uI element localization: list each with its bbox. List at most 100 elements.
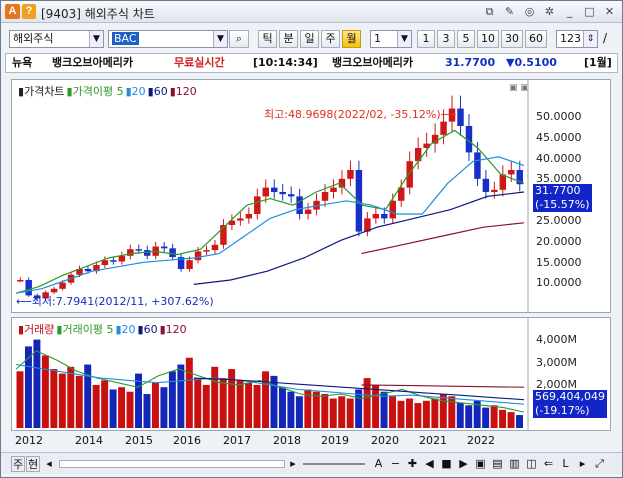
price-y-tick: 40.0000 xyxy=(536,151,582,165)
market-select[interactable]: 해외주식 ▼ xyxy=(9,30,104,48)
volume-chart-svg xyxy=(15,318,529,430)
volume-bar xyxy=(397,400,405,428)
settings-icon[interactable]: ✲ xyxy=(541,4,558,19)
volume-bar xyxy=(516,415,523,428)
volume-bar xyxy=(355,389,363,428)
x-tick-label: 2016 xyxy=(173,434,201,447)
x-tick-label: 2015 xyxy=(125,434,153,447)
interval-select[interactable]: 1 ▼ xyxy=(370,30,412,48)
volume-bar xyxy=(295,396,303,428)
quick-1-button[interactable]: 1 xyxy=(417,30,435,48)
symbol-input[interactable]: BAC ▼ xyxy=(108,30,228,48)
candle xyxy=(482,178,490,192)
count-value: 123 xyxy=(560,32,581,45)
maximize-button[interactable]: □ xyxy=(581,4,598,19)
volume-bar xyxy=(118,387,126,428)
period-week-button[interactable]: 주 xyxy=(321,30,340,48)
period-label: [1월] xyxy=(584,56,612,69)
candle xyxy=(135,249,142,251)
period-month-button[interactable]: 월 xyxy=(342,30,361,48)
search-icon[interactable]: ⌕ xyxy=(229,30,249,48)
volume-chart-panel[interactable]: ▮거래량 ▮거래이평 5 ▮20 ▮60 ▮120 4,000M 3,000M 2,000M… xyxy=(11,317,611,431)
scroll-right-icon[interactable]: ▸ xyxy=(287,456,299,472)
ticker-bar: 뉴욕 뱅크오브아메리카 무료실시간 [10:14:34] 뱅크오브아메리카 31… xyxy=(5,53,618,73)
volume-bar xyxy=(482,407,490,428)
save-icon[interactable]: ▤ xyxy=(490,456,505,472)
expand-icon[interactable]: ⤢ xyxy=(592,456,607,472)
current-price-pct: (-15.57%) xyxy=(535,198,590,211)
volume-bar xyxy=(151,382,159,428)
volume-bar xyxy=(338,396,346,428)
font-icon[interactable]: A xyxy=(371,456,386,472)
volume-ma-line xyxy=(15,350,525,413)
stop-icon[interactable]: ■ xyxy=(439,456,454,472)
volume-bar xyxy=(439,394,447,428)
horizontal-scrollbar[interactable] xyxy=(59,460,285,468)
excel-icon[interactable]: ▣ xyxy=(473,456,488,472)
volume-y-tick: 4,000M xyxy=(536,333,577,346)
current-volume-box: 569,404,049 (-19.17%) xyxy=(533,390,607,418)
period-minute-button[interactable]: 분 xyxy=(279,30,298,48)
candle xyxy=(101,260,109,266)
x-tick-label: 2020 xyxy=(371,434,399,447)
volume-bar xyxy=(67,366,75,428)
close-button[interactable]: ✕ xyxy=(601,4,618,19)
candle xyxy=(457,108,464,126)
link-icon[interactable]: ⧉ xyxy=(481,4,498,19)
volume-y-tick: 3,000M xyxy=(536,355,577,369)
x-tick-label: 2021 xyxy=(419,434,447,447)
quick-30-button[interactable]: 30 xyxy=(501,30,523,48)
chevron-down-icon[interactable]: ▼ xyxy=(397,31,411,47)
volume-bar xyxy=(92,384,100,428)
price-chart-panel[interactable]: ▮가격차트 ▮가격이평 5 ▮20 ▮60 ▮120 ▣ ▣ 50.0000 45.000… xyxy=(11,79,611,313)
candle xyxy=(508,170,515,175)
count-stepper[interactable]: 123 ⇕ xyxy=(556,30,598,48)
app-icon[interactable]: A xyxy=(5,4,20,19)
minimize-button[interactable]: _ xyxy=(561,4,578,19)
chevron-down-icon[interactable]: ▼ xyxy=(89,31,103,47)
candle xyxy=(347,170,354,179)
play-icon[interactable]: ▸ xyxy=(575,456,590,472)
volume-bar xyxy=(372,384,380,428)
camera-icon[interactable]: ◎ xyxy=(521,4,538,19)
next-icon[interactable]: ▶ xyxy=(456,456,471,472)
quick-5-button[interactable]: 5 xyxy=(457,30,475,48)
volume-bar xyxy=(312,391,320,428)
candle xyxy=(262,187,269,197)
week-toggle[interactable]: 주 xyxy=(11,456,25,472)
stepper-icon[interactable]: ⇕ xyxy=(583,31,597,47)
scroll-left-icon[interactable]: ◂ xyxy=(42,456,56,472)
help-icon[interactable]: ? xyxy=(22,4,36,19)
period-tick-button[interactable]: 틱 xyxy=(258,30,277,48)
period-day-button[interactable]: 일 xyxy=(300,30,319,48)
line-icon[interactable]: L xyxy=(558,456,573,472)
memo-icon[interactable]: ✎ xyxy=(501,4,518,19)
toolbar: 해외주식 ▼ BAC ▼ ⌕ 틱 분 일 주 월 1 ▼ 1 3 5 10 30… xyxy=(1,27,622,51)
quick-10-button[interactable]: 10 xyxy=(477,30,499,48)
back-icon[interactable]: ⇐ xyxy=(541,456,556,472)
quick-3-button[interactable]: 3 xyxy=(437,30,455,48)
price-y-tick: 45.0000 xyxy=(536,130,582,144)
chart-window: A ? [9403] 해외주식 차트 ⧉ ✎ ◎ ✲ _ □ ✕ 해외주식 ▼ … xyxy=(0,0,623,478)
current-toggle[interactable]: 현 xyxy=(26,456,40,472)
volume-bar xyxy=(389,396,396,428)
quick-60-button[interactable]: 60 xyxy=(525,30,547,48)
volume-bar xyxy=(194,378,202,428)
zoom-slider[interactable] xyxy=(303,463,365,465)
window-controls: ⧉ ✎ ◎ ✲ _ □ ✕ xyxy=(481,4,618,19)
title-bar: A ? [9403] 해외주식 차트 ⧉ ✎ ◎ ✲ _ □ ✕ xyxy=(1,1,622,23)
zoom-in-icon[interactable]: ✚ xyxy=(405,456,420,472)
prev-icon[interactable]: ◀ xyxy=(422,456,437,472)
zoom-out-icon[interactable]: − xyxy=(388,456,403,472)
quote-time: [10:14:34] xyxy=(253,56,318,69)
price-change: ▼0.5100 xyxy=(506,56,557,69)
x-tick-label: 2017 xyxy=(223,434,251,447)
chart-icon[interactable]: ▥ xyxy=(507,456,522,472)
volume-ma-line xyxy=(361,384,525,388)
stock-name-2: 뱅크오브아메리카 xyxy=(332,56,413,69)
candle xyxy=(287,194,295,197)
volume-bar xyxy=(228,369,236,428)
candle xyxy=(474,152,481,179)
chevron-down-icon[interactable]: ▼ xyxy=(213,31,227,47)
grid-icon[interactable]: ◫ xyxy=(524,456,539,472)
